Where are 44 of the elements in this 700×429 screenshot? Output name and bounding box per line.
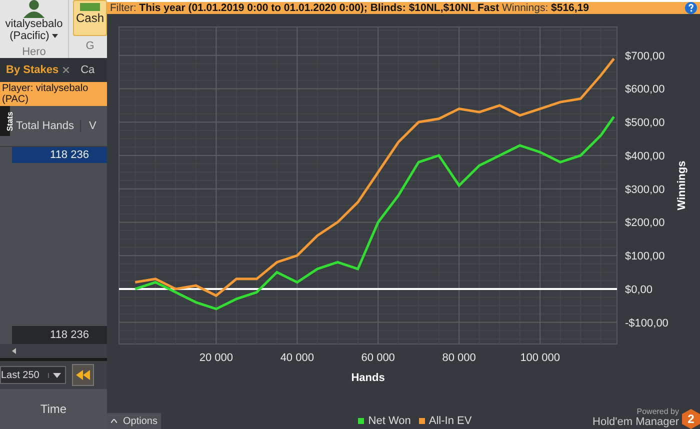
filter-text: Filter: This year (01.01.2019 0:00 to 01.01.2020 0:00); Blinds: $10NL,$10NL Fast Winnings: $516,19 — [110, 2, 589, 14]
group-label: G — [86, 40, 94, 52]
stats-tab[interactable]: Stats — [0, 106, 10, 136]
axis-label: $200,00 — [625, 217, 665, 230]
axis-label: $300,00 — [625, 184, 665, 196]
tab[interactable]: Ca — [80, 64, 95, 76]
axis-title: Hands — [351, 372, 385, 384]
group-label: Hero — [22, 46, 46, 58]
hero-site-dropdown[interactable]: (Pacific) — [10, 30, 50, 42]
options-button[interactable]: Options — [107, 413, 162, 429]
column-header[interactable]: Time — [40, 402, 67, 416]
close-icon[interactable] — [62, 67, 69, 73]
axis-label: $100,00 — [625, 250, 665, 263]
axis-label: $0,00 — [625, 284, 653, 296]
column-header[interactable]: V — [81, 120, 96, 132]
axis-label: 100 000 — [520, 352, 560, 364]
table-footer-cell: 118 236 — [12, 326, 107, 344]
legend-label: All-In EV — [428, 415, 472, 427]
axis-label: 60 000 — [361, 352, 395, 364]
axis-label: 40 000 — [280, 352, 314, 364]
tab[interactable]: By Stakes — [6, 64, 59, 76]
caret-up-icon — [111, 419, 117, 423]
rewind-button[interactable] — [72, 364, 94, 386]
scroll-left-icon[interactable] — [12, 348, 16, 354]
player-bar: Player: vitalysebalo (PAC) — [0, 82, 107, 106]
rewind-icon — [76, 370, 90, 380]
brand-logo: 2 — [682, 409, 700, 429]
legend-label: Net Won — [368, 415, 411, 427]
powered-by-text: Powered by — [636, 407, 679, 416]
table-row[interactable]: 118 236 — [12, 147, 107, 163]
brand-name: Hold'em Manager — [592, 416, 679, 429]
axis-label: $700,00 — [625, 50, 665, 62]
axis-label: $500,00 — [625, 117, 665, 130]
hero-name[interactable]: vitalysebalo — [5, 18, 63, 30]
axis-title: Winnings — [676, 160, 688, 210]
axis-label: 20 000 — [199, 352, 233, 364]
cash-button[interactable]: Cash — [72, 0, 107, 36]
axis-label: -$100,00 — [625, 317, 668, 330]
range-dropdown[interactable]: Last 250 — [0, 366, 66, 384]
axis-label: $600,00 — [625, 84, 665, 96]
caret-down-icon[interactable] — [52, 34, 58, 38]
help-icon[interactable] — [685, 2, 697, 14]
axis-label: 80 000 — [442, 352, 476, 364]
axis-label: $400,00 — [625, 150, 665, 162]
